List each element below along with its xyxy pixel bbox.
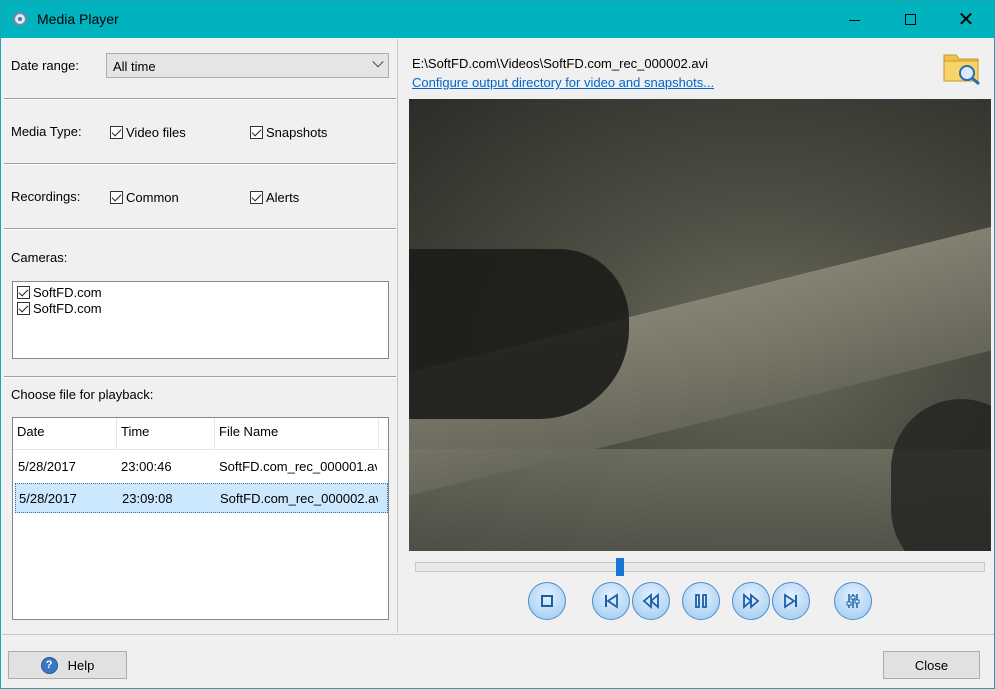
column-header-time[interactable]: Time [117, 418, 215, 450]
video-content [409, 249, 629, 419]
help-icon: ? [40, 656, 58, 674]
maximize-button[interactable] [881, 1, 939, 38]
video-frame[interactable] [409, 99, 991, 551]
stop-icon [541, 595, 553, 607]
column-header-date[interactable]: Date [13, 418, 117, 450]
cameras-label: Cameras: [11, 250, 68, 265]
stop-button[interactable] [528, 582, 566, 620]
file-path: E:\SoftFD.com\Videos\SoftFD.com_rec_0000… [412, 56, 709, 71]
app-icon [13, 12, 27, 26]
video-files-label: Video files [126, 125, 186, 140]
close-window-button[interactable]: ✕ [937, 1, 995, 38]
video-content [891, 399, 991, 551]
common-checkbox[interactable]: Common [110, 190, 179, 205]
snapshots-checkbox[interactable]: Snapshots [250, 125, 327, 140]
table-header: Date Time File Name [13, 418, 388, 450]
table-row-selected[interactable]: 5/28/2017 23:09:08 SoftFD.com_rec_000002… [15, 483, 388, 513]
row-date: 5/28/2017 [19, 491, 77, 506]
close-icon: ✕ [957, 8, 975, 31]
row-file: SoftFD.com_rec_000001.avi [219, 459, 377, 474]
alerts-checkbox[interactable]: Alerts [250, 190, 299, 205]
rewind-button[interactable] [632, 582, 670, 620]
alerts-label: Alerts [266, 190, 300, 205]
folder-search-icon[interactable] [942, 47, 982, 86]
row-time: 23:09:08 [122, 491, 173, 506]
skip-forward-icon [784, 593, 797, 609]
date-range-value: All time [113, 59, 156, 74]
camera-label: SoftFD.com [33, 285, 102, 300]
skip-forward-button[interactable] [772, 582, 810, 620]
help-button[interactable]: ? Help [8, 651, 127, 679]
minimize-icon [848, 20, 860, 21]
seek-bar[interactable] [415, 558, 985, 576]
player-panel: E:\SoftFD.com\Videos\SoftFD.com_rec_0000… [399, 39, 994, 633]
checkbox-box[interactable] [250, 191, 263, 204]
date-range-select[interactable]: All time [106, 53, 389, 78]
checkbox-box[interactable] [17, 286, 30, 299]
date-range-label: Date range: [11, 58, 79, 73]
fast-forward-icon [743, 593, 760, 609]
camera-item[interactable]: SoftFD.com [17, 301, 388, 316]
table-row[interactable]: 5/28/2017 23:00:46 SoftFD.com_rec_000001… [15, 452, 388, 482]
video-files-checkbox[interactable]: Video files [110, 125, 186, 140]
row-date: 5/28/2017 [18, 459, 76, 474]
column-header-file-name[interactable]: File Name [215, 418, 379, 450]
playback-label: Choose file for playback: [11, 387, 154, 402]
divider [2, 634, 994, 636]
divider [4, 376, 396, 378]
configure-output-link[interactable]: Configure output directory for video and… [412, 75, 714, 90]
playback-file-table[interactable]: Date Time File Name 5/28/2017 23:00:46 S… [12, 417, 389, 620]
camera-label: SoftFD.com [33, 301, 102, 316]
fast-forward-button[interactable] [732, 582, 770, 620]
filter-panel: Date range: All time Media Type: Video f… [2, 39, 398, 633]
media-type-label: Media Type: [11, 124, 82, 139]
row-file: SoftFD.com_rec_000002.avi [220, 491, 378, 506]
chevron-down-icon [372, 56, 384, 68]
help-label: Help [67, 657, 95, 673]
checkbox-box[interactable] [17, 302, 30, 315]
checkbox-box[interactable] [110, 126, 123, 139]
pause-button[interactable] [682, 582, 720, 620]
checkbox-box[interactable] [110, 191, 123, 204]
window-title: Media Player [37, 11, 119, 27]
camera-item[interactable]: SoftFD.com [17, 285, 388, 300]
equalizer-icon [846, 594, 860, 608]
close-label: Close [914, 657, 949, 673]
skip-back-icon [605, 593, 618, 609]
pause-icon [695, 594, 707, 608]
row-time: 23:00:46 [121, 459, 172, 474]
equalizer-button[interactable] [834, 582, 872, 620]
maximize-icon [904, 14, 916, 25]
title-bar: Media Player ✕ [1, 1, 994, 38]
seek-thumb[interactable] [616, 558, 625, 576]
divider [4, 228, 396, 230]
recordings-label: Recordings: [11, 189, 81, 204]
skip-back-button[interactable] [592, 582, 630, 620]
minimize-button[interactable] [825, 1, 883, 38]
divider [4, 98, 396, 100]
camera-list[interactable]: SoftFD.com SoftFD.com [12, 281, 389, 359]
media-player-window: Media Player ✕ Date range: All time Medi… [0, 0, 995, 689]
rewind-icon [642, 593, 659, 609]
close-button[interactable]: Close [883, 651, 980, 679]
snapshots-label: Snapshots [266, 125, 328, 140]
common-label: Common [126, 190, 179, 205]
divider [4, 163, 396, 165]
checkbox-box[interactable] [250, 126, 263, 139]
